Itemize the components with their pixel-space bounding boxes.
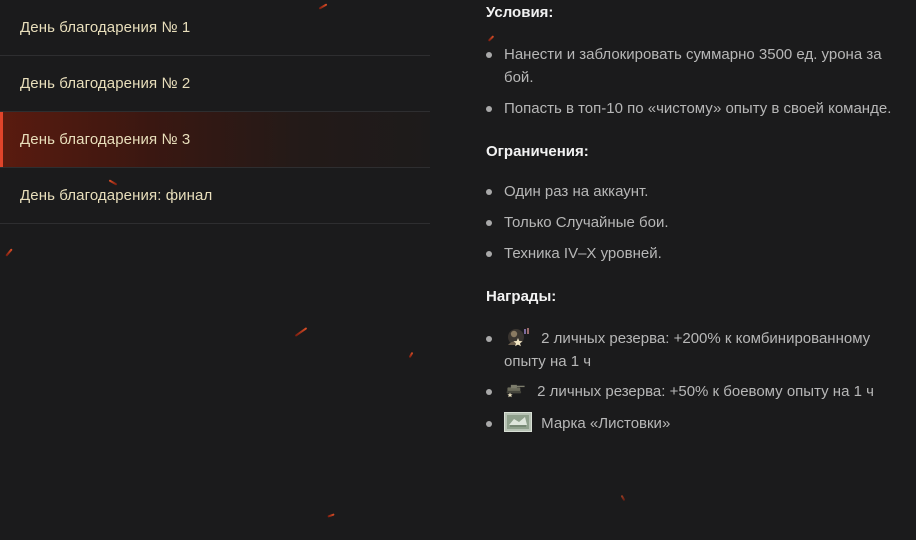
spark-decoration <box>294 327 308 337</box>
battle-xp-reserve-icon <box>506 384 525 398</box>
list-item: Попасть в топ-10 по «чистому» опыту в св… <box>486 97 914 120</box>
list-item: Только Случайные бои. <box>486 211 914 234</box>
page: День благодарения № 1 День благодарения … <box>0 0 916 540</box>
bullet-icon <box>486 389 492 395</box>
reward-text: 2 личных резерва: +50% к боевому опыту н… <box>537 383 874 400</box>
bullet-icon <box>486 421 492 427</box>
list-item: Нанести и заблокировать суммарно 3500 ед… <box>486 43 914 89</box>
conditions-title: Условия: <box>486 4 554 21</box>
bullet-icon <box>486 52 492 58</box>
nav-item-stage-2[interactable]: День благодарения № 2 <box>0 56 430 112</box>
list-item: 2 личных резерва: +50% к боевому опыту н… <box>486 380 914 403</box>
bullet-icon <box>486 336 492 342</box>
leaflet-stamp-icon <box>504 412 532 432</box>
list-item: 2 личных резерва: +200% к комбинированно… <box>486 327 914 373</box>
nav-item-label: День благодарения: финал <box>20 187 213 204</box>
nav-item-label: День благодарения № 2 <box>20 75 191 92</box>
restrictions-list: Один раз на аккаунт. Только Случайные бо… <box>486 180 914 265</box>
list-item: Марка «Листовки» <box>486 412 914 435</box>
bullet-icon <box>486 189 492 195</box>
bullet-icon <box>486 220 492 226</box>
conditions-list: Нанести и заблокировать суммарно 3500 ед… <box>486 43 914 120</box>
bullet-icon <box>486 106 492 112</box>
list-item: Один раз на аккаунт. <box>486 180 914 203</box>
crew-xp-reserve-icon <box>508 328 529 347</box>
nav-item-final[interactable]: День благодарения: финал <box>0 168 430 224</box>
condition-text: Попасть в топ-10 по «чистому» опыту в св… <box>504 100 892 117</box>
reward-text: Марка «Листовки» <box>541 415 671 432</box>
nav-item-stage-1[interactable]: День благодарения № 1 <box>0 0 430 56</box>
nav-item-label: День благодарения № 1 <box>20 19 191 36</box>
nav-item-stage-3[interactable]: День благодарения № 3 <box>0 112 430 168</box>
spark-decoration <box>327 513 335 518</box>
rewards-title: Награды: <box>486 288 557 305</box>
stage-details: Условия: Нанести и заблокировать суммарн… <box>486 0 914 435</box>
condition-text: Нанести и заблокировать суммарно 3500 ед… <box>504 46 882 86</box>
spark-decoration <box>408 351 414 359</box>
bullet-icon <box>486 251 492 257</box>
list-item: Техника IV–X уровней. <box>486 242 914 265</box>
restriction-text: Один раз на аккаунт. <box>504 183 649 200</box>
nav-item-label: День благодарения № 3 <box>20 131 191 148</box>
rewards-list: 2 личных резерва: +200% к комбинированно… <box>486 327 914 435</box>
spark-decoration <box>5 248 13 257</box>
spark-decoration <box>620 494 626 502</box>
stage-navigation: День благодарения № 1 День благодарения … <box>0 0 430 224</box>
restriction-text: Только Случайные бои. <box>504 214 669 231</box>
restriction-text: Техника IV–X уровней. <box>504 245 662 262</box>
restrictions-title: Ограничения: <box>486 143 589 160</box>
reward-text: 2 личных резерва: +200% к комбинированно… <box>504 330 871 370</box>
